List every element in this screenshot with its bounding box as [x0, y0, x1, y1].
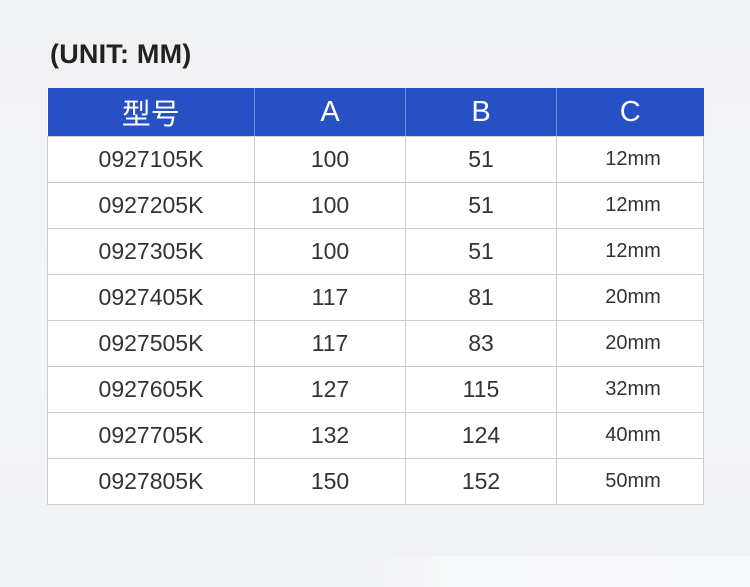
- table-row: 0927105K 100 51 12mm: [47, 136, 704, 183]
- cell-a: 127: [254, 366, 406, 413]
- header-a: A: [254, 88, 406, 137]
- spec-table: 型号 A B C 0927105K 100 51 12mm 0927205K 1…: [47, 88, 704, 505]
- cell-b: 81: [405, 274, 557, 321]
- cell-c: 12mm: [556, 136, 704, 183]
- cell-a: 100: [254, 136, 406, 183]
- cell-model: 0927805K: [47, 458, 255, 505]
- table-row: 0927705K 132 124 40mm: [47, 412, 704, 459]
- header-c: C: [556, 88, 704, 137]
- header-b: B: [405, 88, 557, 137]
- cell-c: 40mm: [556, 412, 704, 459]
- table-row: 0927505K 117 83 20mm: [47, 320, 704, 367]
- cell-model: 0927305K: [47, 228, 255, 275]
- cell-a: 100: [254, 182, 406, 229]
- table-row: 0927205K 100 51 12mm: [47, 182, 704, 229]
- cell-c: 50mm: [556, 458, 704, 505]
- unit-title: (UNIT: MM): [50, 39, 192, 69]
- cell-c: 20mm: [556, 274, 704, 321]
- header-row: 型号 A B C: [47, 88, 704, 137]
- cell-model: 0927505K: [47, 320, 255, 367]
- table-row: 0927305K 100 51 12mm: [47, 228, 704, 275]
- cell-model: 0927405K: [47, 274, 255, 321]
- cell-b: 51: [405, 228, 557, 275]
- cell-b: 124: [405, 412, 557, 459]
- cell-a: 100: [254, 228, 406, 275]
- table-row: 0927805K 150 152 50mm: [47, 458, 704, 505]
- cell-a: 132: [254, 412, 406, 459]
- cell-b: 115: [405, 366, 557, 413]
- cell-c: 12mm: [556, 182, 704, 229]
- cell-b: 51: [405, 182, 557, 229]
- cell-c: 20mm: [556, 320, 704, 367]
- cell-a: 117: [254, 320, 406, 367]
- cell-b: 83: [405, 320, 557, 367]
- table-row: 0927405K 117 81 20mm: [47, 274, 704, 321]
- cell-b: 51: [405, 136, 557, 183]
- bottom-highlight: [370, 556, 750, 587]
- table-row: 0927605K 127 115 32mm: [47, 366, 704, 413]
- cell-model: 0927205K: [47, 182, 255, 229]
- cell-a: 117: [254, 274, 406, 321]
- cell-a: 150: [254, 458, 406, 505]
- cell-c: 32mm: [556, 366, 704, 413]
- cell-model: 0927105K: [47, 136, 255, 183]
- cell-c: 12mm: [556, 228, 704, 275]
- cell-b: 152: [405, 458, 557, 505]
- cell-model: 0927605K: [47, 366, 255, 413]
- header-model: 型号: [47, 88, 255, 137]
- cell-model: 0927705K: [47, 412, 255, 459]
